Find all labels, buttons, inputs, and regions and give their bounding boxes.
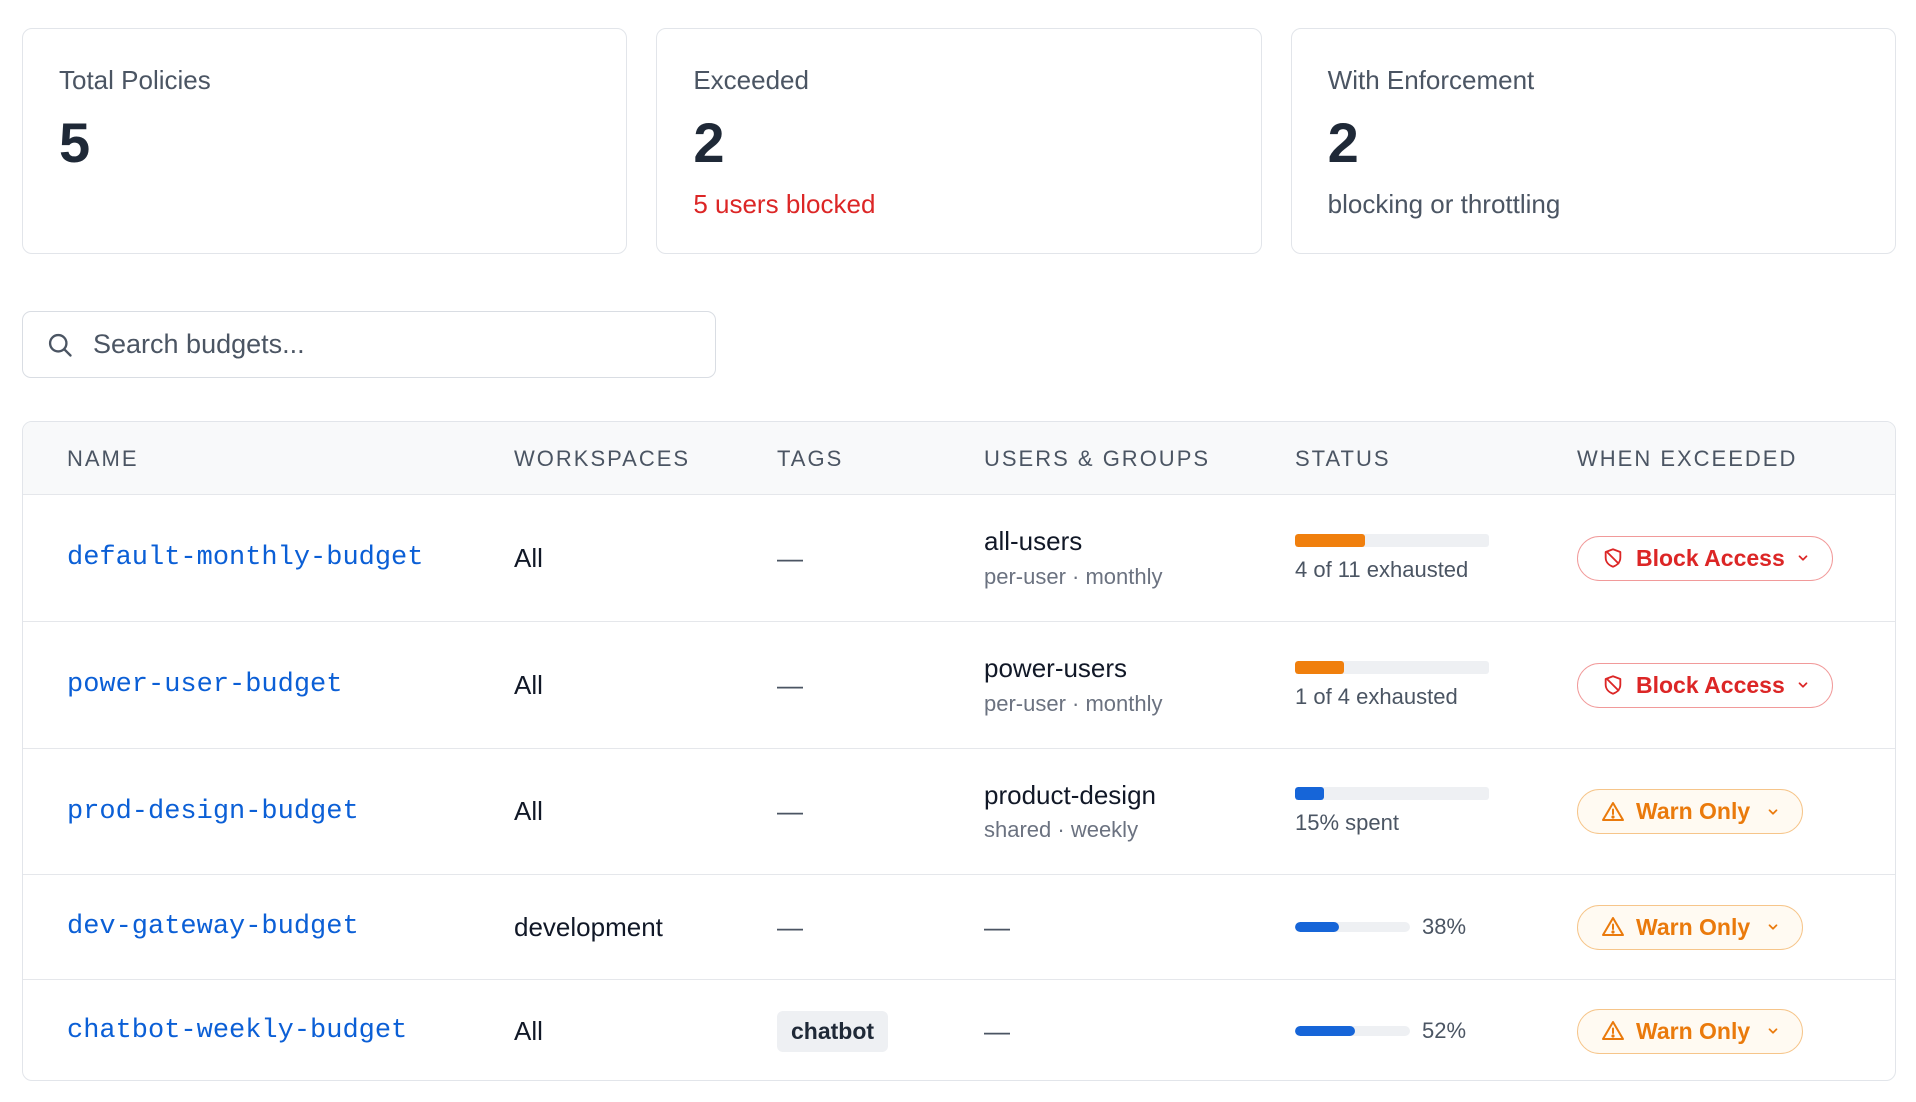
status-bar-fill <box>1295 660 1344 674</box>
budget-name-link[interactable]: default-monthly-budget <box>67 543 423 573</box>
stats-row: Total Policies 5 Exceeded 2 5 users bloc… <box>22 28 1896 254</box>
block-access-dropdown[interactable]: Block Access <box>1577 535 1833 581</box>
header-tags[interactable]: TAGS <box>777 422 843 495</box>
header-name[interactable]: NAME <box>67 422 139 495</box>
stat-label: With Enforcement <box>1327 65 1535 95</box>
warning-triangle-icon <box>1600 1018 1626 1044</box>
budgets-table: NAME WORKSPACES TAGS USERS & GROUPS STAT… <box>22 421 1896 1081</box>
status-cell: 1 of 4 exhausted <box>1295 622 1489 748</box>
tag-chip[interactable]: chatbot <box>777 1010 889 1052</box>
stat-sub: blocking or throttling <box>1327 189 1561 219</box>
budget-name-link[interactable]: power-user-budget <box>67 670 342 700</box>
status-percent: 52% <box>1422 1018 1467 1043</box>
search-icon <box>43 328 77 362</box>
workspaces-value: All <box>514 1015 543 1046</box>
header-workspaces[interactable]: WORKSPACES <box>514 422 690 495</box>
users-group-scope: shared · weekly <box>984 817 1139 843</box>
header-when-exceeded[interactable]: WHEN EXCEEDED <box>1577 422 1797 495</box>
stat-card-exceeded: Exceeded 2 5 users blocked <box>656 28 1262 254</box>
status-percent: 38% <box>1422 914 1467 939</box>
table-row: prod-design-budget All — product-design … <box>23 749 1895 875</box>
budget-name-link[interactable]: prod-design-budget <box>67 797 359 827</box>
users-group-scope: per-user · monthly <box>984 690 1163 716</box>
action-label: Warn Only <box>1636 1017 1751 1044</box>
chevron-down-icon <box>1764 918 1782 936</box>
warn-only-dropdown[interactable]: Warn Only <box>1577 789 1803 834</box>
status-bar <box>1295 660 1489 674</box>
status-cell: 4 of 11 exhausted <box>1295 495 1489 621</box>
status-bar <box>1295 1026 1410 1036</box>
users-group-name: — <box>984 911 1010 942</box>
warn-only-dropdown[interactable]: Warn Only <box>1577 1008 1803 1054</box>
stat-sub: 5 users blocked <box>693 189 876 219</box>
stat-label: Exceeded <box>693 65 809 95</box>
status-bar-fill <box>1295 787 1325 800</box>
header-users-groups[interactable]: USERS & GROUPS <box>984 422 1210 495</box>
tags-value: — <box>777 911 803 942</box>
chevron-down-icon <box>1764 803 1782 821</box>
tags-value: — <box>777 669 803 700</box>
status-bar <box>1295 922 1410 932</box>
chevron-down-icon <box>1794 549 1812 567</box>
chevron-down-icon <box>1794 676 1812 694</box>
workspaces-value: All <box>514 542 543 573</box>
stat-card-with-enforcement: With Enforcement 2 blocking or throttlin… <box>1290 28 1896 254</box>
shield-off-icon <box>1600 672 1626 698</box>
workspaces-value: All <box>514 669 543 700</box>
stat-label: Total Policies <box>59 65 211 95</box>
action-label: Block Access <box>1636 671 1785 698</box>
warning-triangle-icon <box>1600 799 1626 825</box>
block-access-dropdown[interactable]: Block Access <box>1577 662 1833 708</box>
warn-only-dropdown[interactable]: Warn Only <box>1577 904 1803 950</box>
status-bar-fill <box>1295 533 1365 547</box>
status-cell: 38% <box>1295 875 1466 979</box>
status-bar-fill <box>1295 922 1339 932</box>
users-group-scope: per-user · monthly <box>984 563 1163 589</box>
shield-off-icon <box>1600 545 1626 571</box>
status-caption: 4 of 11 exhausted <box>1295 556 1469 582</box>
action-label: Warn Only <box>1636 913 1751 940</box>
stat-value: 5 <box>59 111 91 174</box>
users-group-name: all-users <box>984 526 1083 557</box>
stat-card-total-policies: Total Policies 5 <box>22 28 628 254</box>
stat-value: 2 <box>693 111 725 174</box>
table-row: power-user-budget All — power-users per-… <box>23 622 1895 749</box>
stat-value: 2 <box>1327 111 1359 174</box>
table-row: chatbot-weekly-budget All chatbot — 52% … <box>23 980 1895 1080</box>
search-input[interactable] <box>93 329 693 360</box>
warning-triangle-icon <box>1600 914 1626 940</box>
users-group-name: power-users <box>984 653 1128 684</box>
budget-name-link[interactable]: dev-gateway-budget <box>67 912 359 942</box>
action-label: Warn Only <box>1636 798 1751 824</box>
status-cell: 52% <box>1295 980 1467 1080</box>
tags-value: — <box>777 542 803 573</box>
chevron-down-icon <box>1764 1022 1782 1040</box>
workspaces-value: development <box>514 911 663 942</box>
status-bar <box>1295 533 1489 547</box>
users-group-name: — <box>984 1015 1010 1046</box>
header-status[interactable]: STATUS <box>1295 422 1391 495</box>
action-label: Block Access <box>1636 544 1785 571</box>
budget-name-link[interactable]: chatbot-weekly-budget <box>67 1016 407 1046</box>
users-group-name: product-design <box>984 779 1156 810</box>
workspaces-value: All <box>514 796 543 826</box>
status-caption: 15% spent <box>1295 810 1399 835</box>
tags-value: — <box>777 796 803 826</box>
search-box[interactable] <box>22 311 716 378</box>
table-header: NAME WORKSPACES TAGS USERS & GROUPS STAT… <box>23 422 1895 495</box>
table-row: default-monthly-budget All — all-users p… <box>23 495 1895 622</box>
status-bar-fill <box>1295 1026 1355 1036</box>
status-cell: 15% spent <box>1295 749 1489 874</box>
status-bar <box>1295 787 1489 800</box>
status-caption: 1 of 4 exhausted <box>1295 683 1458 709</box>
table-row: dev-gateway-budget development — — 38% W… <box>23 875 1895 980</box>
